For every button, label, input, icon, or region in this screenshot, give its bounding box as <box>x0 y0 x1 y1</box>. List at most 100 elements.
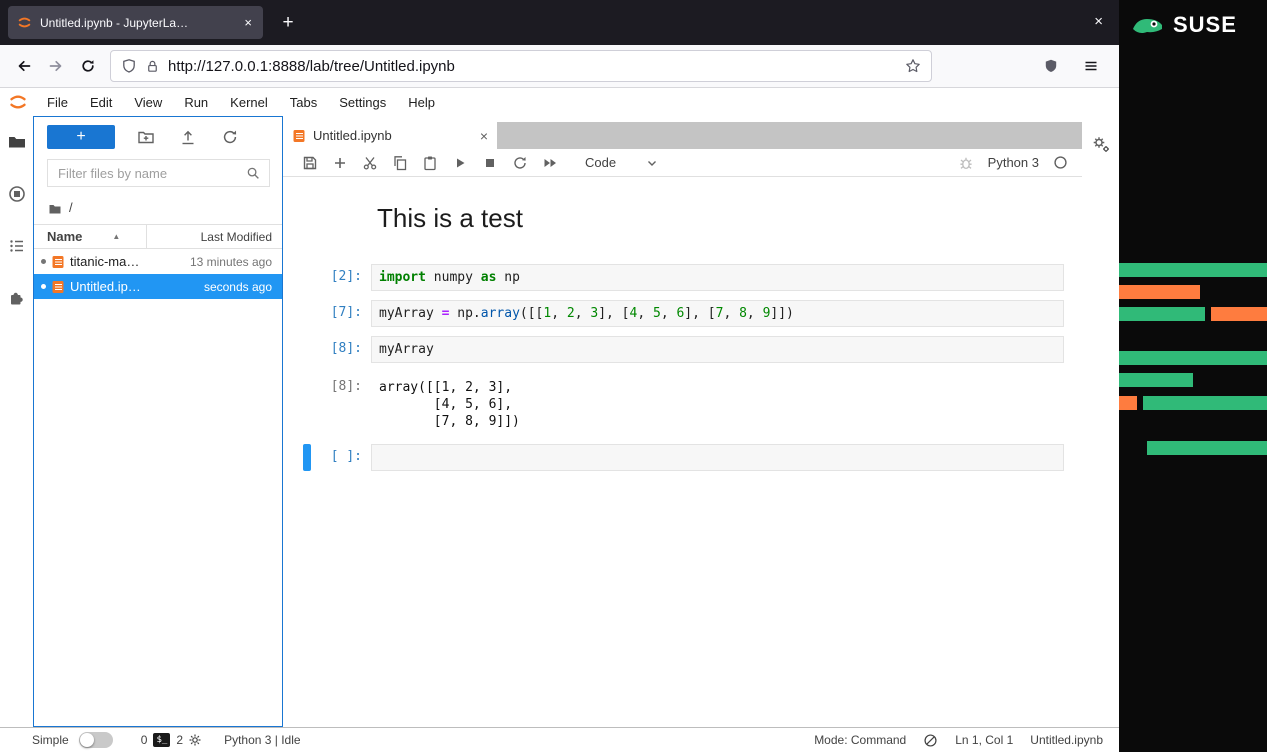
code-cell-3[interactable]: [8]: myArray <box>303 336 1064 363</box>
output-collapser[interactable] <box>303 374 311 430</box>
code-editor[interactable]: myArray = np.array([[1, 2, 3], [4, 5, 6]… <box>371 300 1064 327</box>
code-cell-2[interactable]: [7]: myArray = np.array([[1, 2, 3], [4, … <box>303 300 1064 327</box>
suse-chameleon-icon <box>1131 13 1165 37</box>
close-tab-icon[interactable]: × <box>480 128 488 144</box>
simple-mode-toggle[interactable] <box>79 732 113 748</box>
selected-cell-collapser[interactable] <box>303 444 311 471</box>
file-browser-panel: + <box>33 116 283 727</box>
home-folder-icon[interactable] <box>48 201 62 215</box>
markdown-cell[interactable]: This is a test <box>303 199 1064 255</box>
save-button[interactable] <box>295 151 325 175</box>
interrupt-kernel-button[interactable] <box>475 151 505 175</box>
new-launcher-button[interactable]: + <box>47 125 115 149</box>
back-button[interactable] <box>8 50 40 82</box>
bookmark-star-icon[interactable] <box>905 58 921 74</box>
file-filter-input[interactable] <box>56 165 246 182</box>
file-row-titanic[interactable]: titanic-ma… 13 minutes ago <box>34 249 282 274</box>
restart-run-all-button[interactable] <box>535 151 565 175</box>
column-header-name[interactable]: Name ▲ <box>34 225 146 248</box>
forward-button[interactable] <box>40 50 72 82</box>
cell-prompt: [7]: <box>311 300 371 320</box>
run-icon <box>452 155 468 171</box>
code-editor[interactable]: import numpy as np <box>371 264 1064 291</box>
kernel-name[interactable]: Python 3 <box>988 155 1039 170</box>
copy-icon <box>392 155 408 171</box>
workspace: + <box>0 116 1119 727</box>
kernel-status-text[interactable]: Python 3 | Idle <box>224 733 301 747</box>
paste-icon <box>422 155 438 171</box>
menu-view[interactable]: View <box>123 95 173 110</box>
file-modified: seconds ago <box>204 280 282 294</box>
breadcrumb-root[interactable]: / <box>69 200 73 215</box>
restart-icon <box>512 155 528 171</box>
copy-cell-button[interactable] <box>385 151 415 175</box>
cell-type-dropdown[interactable]: Code <box>575 152 668 174</box>
run-cell-button[interactable] <box>445 151 475 175</box>
kernel-running-dot <box>41 259 46 264</box>
notebook-tab[interactable]: Untitled.ipynb × <box>283 122 497 149</box>
upload-button[interactable] <box>177 128 199 146</box>
markdown-heading[interactable]: This is a test <box>371 201 1064 235</box>
reload-button[interactable] <box>72 50 104 82</box>
file-browser-tab-icon[interactable] <box>7 132 27 152</box>
table-of-contents-tab-icon[interactable] <box>7 236 27 256</box>
code-editor[interactable]: myArray <box>371 336 1064 363</box>
debugger-bug-icon[interactable] <box>958 155 974 171</box>
empty-code-cell-selected[interactable]: [ ]: <box>303 444 1064 471</box>
cell-type-value: Code <box>585 155 616 170</box>
menu-help[interactable]: Help <box>397 95 446 110</box>
refresh-files-button[interactable] <box>219 128 241 146</box>
url-bar[interactable]: http://127.0.0.1:8888/lab/tree/Untitled.… <box>110 50 932 82</box>
url-text[interactable]: http://127.0.0.1:8888/lab/tree/Untitled.… <box>168 58 455 75</box>
menu-kernel[interactable]: Kernel <box>219 95 279 110</box>
brand-stripe <box>1211 307 1267 321</box>
brand-stripe <box>1147 441 1267 455</box>
brand-stripe <box>1143 396 1267 410</box>
code-cell-1[interactable]: [2]: import numpy as np <box>303 264 1064 291</box>
terminals-count[interactable]: 0 <box>141 733 148 747</box>
cell-collapser[interactable] <box>303 300 311 327</box>
code-editor[interactable] <box>371 444 1064 471</box>
cut-cell-button[interactable] <box>355 151 385 175</box>
running-kernels-tab-icon[interactable] <box>7 184 27 204</box>
browser-tab-title: Untitled.ipynb - JupyterLa… <box>40 16 234 30</box>
kernels-count[interactable]: 2 <box>176 733 183 747</box>
connection-lock-icon[interactable] <box>145 59 160 74</box>
new-tab-button[interactable]: + <box>275 12 301 34</box>
menu-button[interactable] <box>1075 50 1107 82</box>
menu-run[interactable]: Run <box>173 95 219 110</box>
tracking-protection-shield-icon[interactable] <box>121 58 137 74</box>
tab-close-icon[interactable]: × <box>242 15 254 30</box>
jupyter-menu-bar: File Edit View Run Kernel Tabs Settings … <box>0 88 1119 116</box>
extensions-tab-icon[interactable] <box>7 288 27 308</box>
cell-prompt: [ ]: <box>311 444 371 464</box>
kernel-idle-indicator-icon[interactable] <box>1053 155 1068 170</box>
menu-settings[interactable]: Settings <box>328 95 397 110</box>
cursor-position[interactable]: Ln 1, Col 1 <box>955 733 1013 747</box>
fast-forward-icon <box>542 155 558 171</box>
restart-kernel-button[interactable] <box>505 151 535 175</box>
browser-tab-bar: Untitled.ipynb - JupyterLa… × + × <box>0 0 1119 45</box>
brand-stripe <box>1119 396 1137 410</box>
paste-cell-button[interactable] <box>415 151 445 175</box>
cell-collapser[interactable] <box>303 199 311 255</box>
column-header-modified[interactable]: Last Modified <box>146 225 282 248</box>
cell-collapser[interactable] <box>303 336 311 363</box>
kernel-gear-icon[interactable] <box>188 733 202 747</box>
suse-logo: SUSE <box>1119 0 1267 38</box>
menu-file[interactable]: File <box>36 95 79 110</box>
notification-icon[interactable] <box>923 733 938 748</box>
property-inspector-gears-icon[interactable] <box>1091 134 1111 154</box>
menu-edit[interactable]: Edit <box>79 95 123 110</box>
breadcrumb[interactable]: / <box>34 193 282 224</box>
file-row-untitled[interactable]: Untitled.ip… seconds ago <box>34 274 282 299</box>
extension-shield-icon <box>1043 58 1059 74</box>
extension-badge-button[interactable] <box>1035 50 1067 82</box>
insert-cell-button[interactable] <box>325 151 355 175</box>
window-close-button[interactable]: × <box>1094 13 1103 30</box>
terminal-icon[interactable]: $_ <box>153 733 170 747</box>
browser-tab[interactable]: Untitled.ipynb - JupyterLa… × <box>8 6 263 39</box>
cell-collapser[interactable] <box>303 264 311 291</box>
new-folder-button[interactable] <box>135 128 157 146</box>
menu-tabs[interactable]: Tabs <box>279 95 328 110</box>
